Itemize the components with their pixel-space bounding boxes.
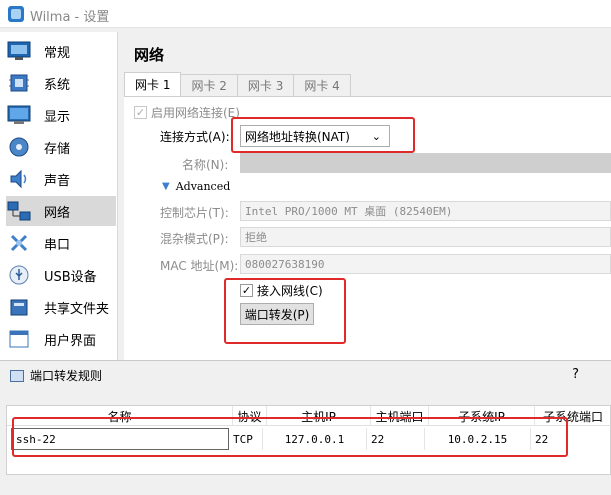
adapter-tabs: 网卡 1 网卡 2 网卡 3 网卡 4: [124, 72, 351, 96]
advanced-toggle[interactable]: ▼ Advanced: [162, 180, 230, 193]
title-bar: Wilma - 设置: [0, 0, 611, 28]
highlight-port-forward-rule: [12, 417, 568, 457]
promiscuous-select[interactable]: 拒绝: [240, 227, 611, 247]
help-button[interactable]: ?: [572, 367, 579, 382]
serial-port-icon: [6, 230, 32, 256]
checkmark-icon: ✓: [134, 106, 147, 119]
tab-adapter-4[interactable]: 网卡 4: [293, 74, 351, 96]
page-title: 网络: [134, 46, 165, 64]
highlight-cable-port-forward: [224, 278, 346, 344]
highlight-attach-mode: [231, 117, 415, 153]
tab-adapter-2[interactable]: 网卡 2: [180, 74, 238, 96]
window-title: Wilma - 设置: [30, 10, 110, 25]
tab-adapter-1[interactable]: 网卡 1: [124, 72, 182, 96]
sidebar-item-shared-folders[interactable]: 共享文件夹: [6, 292, 116, 322]
triangle-down-icon: ▼: [162, 181, 170, 192]
enable-adapter-checkbox[interactable]: ✓ 启用网络连接(E): [134, 104, 240, 121]
mac-address-field[interactable]: 080027638190: [240, 254, 611, 274]
virtualbox-app-icon: [8, 6, 24, 22]
display-icon: [6, 102, 32, 128]
adapter-type-select[interactable]: Intel PRO/1000 MT 桌面 (82540EM): [240, 201, 611, 221]
sidebar-item-audio[interactable]: 声音: [6, 164, 116, 194]
usb-icon: [6, 262, 32, 288]
name-field[interactable]: [240, 153, 611, 173]
audio-icon: [6, 166, 32, 192]
attach-label: 连接方式(A):: [160, 130, 230, 144]
network-panel: 网络 网卡 1 网卡 2 网卡 3 网卡 4 ✓ 启用网络连接(E) 连接方式(…: [118, 32, 611, 360]
port-forwarding-dialog: 端口转发规则 ? 名称 协议 主机IP 主机端口 子系统IP 子系统端口 ssh…: [0, 360, 611, 495]
system-icon: [6, 70, 32, 96]
sidebar-item-user-interface[interactable]: 用户界面: [6, 324, 116, 354]
window-icon: [10, 369, 24, 382]
sidebar-item-storage[interactable]: 存储: [6, 132, 116, 162]
sidebar-item-serial-port[interactable]: 串口: [6, 228, 116, 258]
user-interface-icon: [6, 326, 32, 352]
sidebar-item-display[interactable]: 显示: [6, 100, 116, 130]
tab-adapter-3[interactable]: 网卡 3: [236, 74, 295, 96]
dialog-title-bar: 端口转发规则: [10, 367, 102, 384]
sidebar-item-system[interactable]: 系统: [6, 68, 116, 98]
general-icon: [6, 38, 32, 64]
adapter-type-label: 控制芯片(T):: [160, 206, 229, 220]
mac-label: MAC 地址(M):: [160, 259, 239, 273]
name-label: 名称(N):: [182, 158, 229, 172]
storage-icon: [6, 134, 32, 160]
promiscuous-label: 混杂模式(P):: [160, 232, 229, 246]
settings-sidebar: 常规 系统 显示 存储 声音 网络 串口 USB设备 共享文件夹 用户界面: [0, 32, 118, 360]
settings-window: Wilma - 设置 常规 系统 显示 存储 声音 网络 串口 USB设备 共享…: [0, 0, 611, 360]
sidebar-item-usb[interactable]: USB设备: [6, 260, 116, 290]
dialog-title: 端口转发规则: [30, 369, 103, 383]
network-icon: [6, 198, 32, 224]
sidebar-item-network[interactable]: 网络: [6, 196, 116, 226]
shared-folder-icon: [6, 294, 32, 320]
sidebar-item-general[interactable]: 常规: [6, 36, 116, 66]
